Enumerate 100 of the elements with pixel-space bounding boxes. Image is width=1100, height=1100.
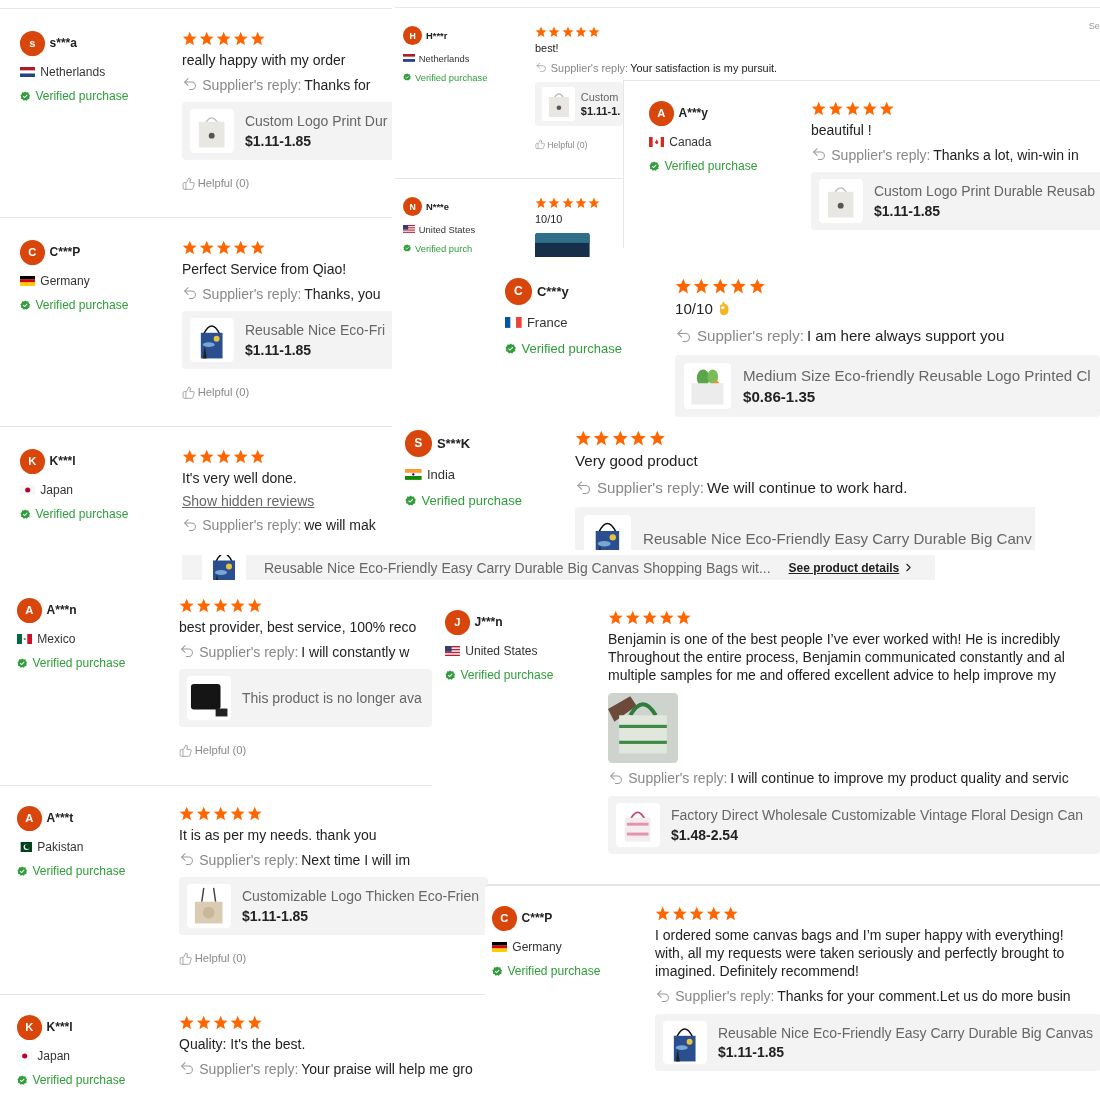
- user-avatar: C: [505, 278, 532, 305]
- user-avatar: J: [445, 610, 470, 635]
- star-icon: [706, 906, 722, 922]
- flag-icon: [20, 67, 36, 78]
- star-icon: [561, 26, 574, 38]
- star-icon: [574, 26, 587, 38]
- star-icon: [230, 1015, 246, 1031]
- review-text: beautiful !: [811, 120, 872, 139]
- star-icon: [689, 906, 705, 922]
- reviewer-name: S***K: [436, 435, 471, 451]
- product-details-link[interactable]: See product details: [788, 560, 916, 575]
- reply-icon: [811, 146, 828, 163]
- reply-label: Supplier's reply:: [202, 285, 302, 302]
- star-icon: [250, 31, 266, 47]
- verified-icon: [445, 669, 456, 681]
- verified-icon: [405, 494, 417, 506]
- product-card[interactable]: Customizable Logo Thicken Eco-Frien $1.11-1.85: [179, 877, 488, 935]
- star-icon: [233, 31, 249, 47]
- reply-label: Supplier's reply:: [696, 327, 804, 345]
- review-text: It's very well done.: [182, 468, 297, 487]
- reply-label: Supplier's reply:: [202, 76, 302, 93]
- user-avatar: C: [20, 240, 45, 265]
- product-title: Custom Logo Print Dur: [244, 113, 388, 130]
- product-price: $1.11-1.85: [873, 202, 942, 219]
- review-text: I ordered some canvas bags and I’m super happy with everything! with, all my requests were taken seriously and perfectly brought to imagined. Definitely recommend!: [655, 925, 1065, 981]
- country-name: Germany: [512, 940, 562, 955]
- show-hidden-reviews-link[interactable]: Show hidden reviews: [182, 493, 315, 510]
- product-title: Reusable Nice Eco-Friendly Easy Carry Durable Big Canvas Shopping Bags wit...: [264, 559, 771, 576]
- star-icon: [233, 240, 249, 256]
- product-title: Reusable Nice Eco-Friendly Easy Carry Durable Big Canv: [643, 529, 1032, 547]
- product-card[interactable]: Custom $1.11-1.: [535, 81, 623, 127]
- star-icon: [182, 449, 198, 465]
- helpful-button[interactable]: Helpful (0): [179, 951, 247, 965]
- star-icon: [711, 278, 729, 295]
- thumbs-up-icon: [182, 385, 196, 399]
- review-text: 10/10: [535, 212, 563, 227]
- star-icon: [196, 806, 212, 822]
- reply-icon: [179, 643, 196, 660]
- user-avatar: A: [17, 598, 42, 623]
- product-card[interactable]: Custom Logo Print Dur $1.11-1.85: [182, 102, 392, 160]
- star-icon: [588, 197, 601, 209]
- verified-label: Verified purchase: [35, 298, 129, 313]
- reply-icon: [655, 987, 672, 1004]
- thumbs-up-icon: [535, 139, 546, 150]
- verified-icon: [20, 90, 31, 102]
- star-icon: [230, 806, 246, 822]
- helpful-button[interactable]: Helpful (0): [182, 176, 250, 190]
- reviewer-name: K***l: [49, 454, 76, 469]
- thumbs-up-icon: [182, 176, 196, 190]
- review-text: Very good product: [575, 451, 698, 471]
- verified-icon: [20, 299, 31, 311]
- flag-icon: [403, 54, 415, 63]
- reviewer-name: K***l: [46, 1020, 73, 1035]
- country-name: Mexico: [37, 632, 76, 647]
- user-avatar: K: [17, 1015, 42, 1040]
- reply-text: Thanks for your comment.Let us do more busin: [777, 987, 1071, 1004]
- product-card[interactable]: This product is no longer ava: [179, 669, 432, 727]
- star-icon: [199, 31, 215, 47]
- star-icon: [588, 26, 601, 38]
- product-card[interactable]: Medium Size Eco-friendly Reusable Logo Printed Cl $0.86-1.35: [675, 355, 1100, 418]
- reply-text: I will constantly w: [301, 643, 410, 660]
- product-card[interactable]: Factory Direct Wholesale Customizable Vintage Floral Design Can $1.48-2.54: [608, 796, 1100, 854]
- reply-icon: [535, 61, 548, 74]
- star-icon: [648, 430, 666, 447]
- star-icon: [675, 278, 692, 295]
- star-icon: [233, 449, 249, 465]
- reviewer-name: J***n: [474, 615, 503, 630]
- star-icon: [230, 598, 246, 614]
- country-name: Netherlands: [418, 52, 470, 64]
- star-icon: [199, 240, 215, 256]
- product-card[interactable]: Reusable Nice Eco-Fri $1.11-1.85: [182, 311, 392, 369]
- verified-icon: [492, 965, 503, 977]
- reviewer-name: C***P: [521, 911, 553, 926]
- product-card[interactable]: Reusable Nice Eco-Friendly Easy Carry Durable Big Canv: [575, 507, 1035, 550]
- review-text: Benjamin is one of the best people I’ve ever worked with! He is incredibly Throughout the entire process, Benjamin communicated constantly and al multiple samples for me and offered excellent advice to help improve my: [608, 629, 1065, 685]
- star-icon: [548, 197, 561, 209]
- verified-label: Verified purch: [415, 242, 473, 254]
- helpful-button[interactable]: Helpful (0): [182, 385, 250, 399]
- review-text: best provider, best service, 100% reco: [179, 617, 417, 636]
- reply-label: Supplier's reply:: [831, 146, 931, 163]
- product-strip[interactable]: Reusable Nice Eco-Friendly Easy Carry Durable Big Canvas Shopping Bags wit... See product details: [182, 555, 935, 580]
- user-avatar: N: [403, 197, 423, 217]
- reply-text: Next time I will im: [301, 851, 411, 868]
- product-card[interactable]: Custom Logo Print Durable Reusab $1.11-1.85: [811, 172, 1100, 230]
- verified-label: Verified purchase: [32, 864, 126, 879]
- reviewer-name: C***y: [536, 283, 569, 299]
- reviewer-name: A***n: [46, 603, 77, 618]
- helpful-button[interactable]: Helpful (0): [535, 139, 588, 150]
- user-avatar: A: [17, 806, 42, 831]
- unavailable-note: This product is no longer ava: [241, 690, 422, 707]
- star-icon: [672, 906, 688, 922]
- star-icon: [216, 240, 232, 256]
- reviewer-name: A***y: [678, 106, 708, 121]
- product-card[interactable]: Reusable Nice Eco-Friendly Easy Carry Durable Big Canvas $1.11-1.85: [655, 1013, 1100, 1072]
- helpful-button[interactable]: Helpful (0): [179, 743, 247, 757]
- star-icon: [630, 430, 647, 447]
- reply-label: Supplier's reply:: [596, 479, 704, 497]
- reply-icon: [179, 1060, 196, 1077]
- product-title: Reusable Nice Eco-Fri: [244, 322, 386, 339]
- star-icon: [179, 806, 195, 822]
